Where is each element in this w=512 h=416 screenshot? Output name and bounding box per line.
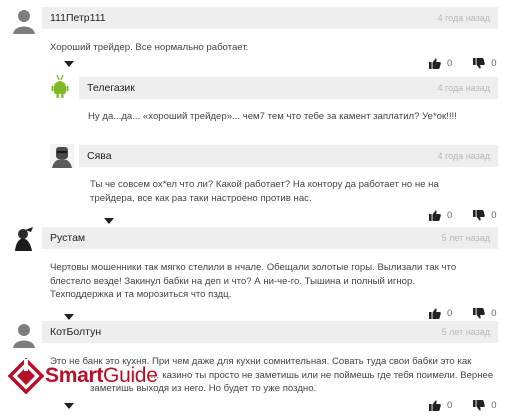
dislike-count: 0 xyxy=(491,210,497,221)
thumbs-down-icon xyxy=(473,400,486,411)
like-count: 0 xyxy=(447,58,453,69)
comment-author[interactable]: Телегазик xyxy=(87,82,135,94)
comment-author[interactable]: КотБолтун xyxy=(50,326,101,338)
dislike-button[interactable]: 0 xyxy=(473,308,497,319)
comment-author[interactable]: Сява xyxy=(87,150,112,162)
comment-text: Чертовы мошенники так мягко стелили в нч… xyxy=(50,261,500,302)
logo-text-part1: Smart xyxy=(45,364,104,387)
like-button[interactable]: 0 xyxy=(429,400,452,411)
like-count: 0 xyxy=(447,400,453,411)
like-button[interactable]: 0 xyxy=(429,308,452,319)
smartguide-logo: SmartGuide xyxy=(8,358,158,394)
comment-votes: 0 0 xyxy=(429,308,497,319)
comment-votes: 0 0 xyxy=(429,400,497,411)
comment-votes: 0 0 xyxy=(429,58,497,69)
dislike-count: 0 xyxy=(491,308,497,319)
thumbs-up-icon xyxy=(429,58,441,69)
comment-text-line: Ты че совсем ох*ел что ли? Какой работае… xyxy=(90,179,439,190)
dislike-count: 0 xyxy=(491,400,497,411)
triangle-down-icon[interactable] xyxy=(64,403,74,409)
comment-text: Ты че совсем ох*ел что ли? Какой работае… xyxy=(90,178,500,205)
comment-date[interactable]: 5 лет назад xyxy=(442,233,490,243)
dislike-button[interactable]: 0 xyxy=(473,400,497,411)
like-button[interactable]: 0 xyxy=(429,58,452,69)
comment-header: Телегазик 4 года назад xyxy=(79,77,498,99)
comment-date[interactable]: 5 лет назад xyxy=(442,327,490,337)
comment-text: Ну да...да... «хороший трейдер»... чем7 … xyxy=(88,110,498,124)
comment-text-line: блестело везде! Закинул бабки на деп и ч… xyxy=(50,275,416,287)
comment-text-line: Чертовы мошенники так мягко стелили в нч… xyxy=(50,262,457,273)
thumbs-up-icon xyxy=(429,210,441,221)
comment-date[interactable]: 4 года назад xyxy=(438,83,490,93)
comment-text-line: Хороший трейдер. Все нормально работает. xyxy=(50,42,249,53)
comment-author[interactable]: 111Петр111 xyxy=(50,12,106,24)
logo-text-part2: Guide xyxy=(103,364,158,387)
avatar xyxy=(50,144,74,168)
dislike-button[interactable]: 0 xyxy=(473,210,497,221)
thumbs-down-icon xyxy=(473,58,486,69)
logo-mark-icon xyxy=(8,358,44,394)
comment-text: Хороший трейдер. Все нормально работает. xyxy=(50,41,490,55)
like-count: 0 xyxy=(447,210,453,221)
avatar xyxy=(11,226,36,251)
comment-votes: 0 0 xyxy=(429,210,497,221)
comment-author[interactable]: Рустам xyxy=(50,232,85,244)
thumbs-down-icon xyxy=(473,308,486,319)
logo-wordmark: SmartGuide xyxy=(45,364,158,388)
dislike-count: 0 xyxy=(491,58,497,69)
comment-header: КотБолтун 5 лет назад xyxy=(42,321,498,343)
triangle-down-icon[interactable] xyxy=(104,218,114,224)
thumbs-up-icon xyxy=(429,400,441,411)
thumbs-down-icon xyxy=(473,210,486,221)
avatar xyxy=(10,320,38,348)
comment-text-line: трейдера, все как раз таки настроено про… xyxy=(90,192,312,204)
comment-header: Рустам 5 лет назад xyxy=(42,227,498,249)
avatar xyxy=(10,6,38,34)
comment-text-line: Техподдержка и та морозиться что пздц. xyxy=(50,289,232,300)
comment-header: Сява 4 года назад xyxy=(79,145,498,167)
avatar xyxy=(50,73,70,99)
comment-header: 111Петр111 4 года назад xyxy=(42,7,498,29)
triangle-down-icon[interactable] xyxy=(64,61,74,67)
dislike-button[interactable]: 0 xyxy=(473,58,497,69)
thumbs-up-icon xyxy=(429,308,441,319)
comment-text-line: Ну да...да... «хороший трейдер»... чем7 … xyxy=(88,111,457,122)
like-count: 0 xyxy=(447,308,453,319)
comment-date[interactable]: 4 года назад xyxy=(438,151,490,161)
triangle-down-icon[interactable] xyxy=(64,314,74,320)
like-button[interactable]: 0 xyxy=(429,210,452,221)
comment-date[interactable]: 4 года назад xyxy=(438,13,490,23)
